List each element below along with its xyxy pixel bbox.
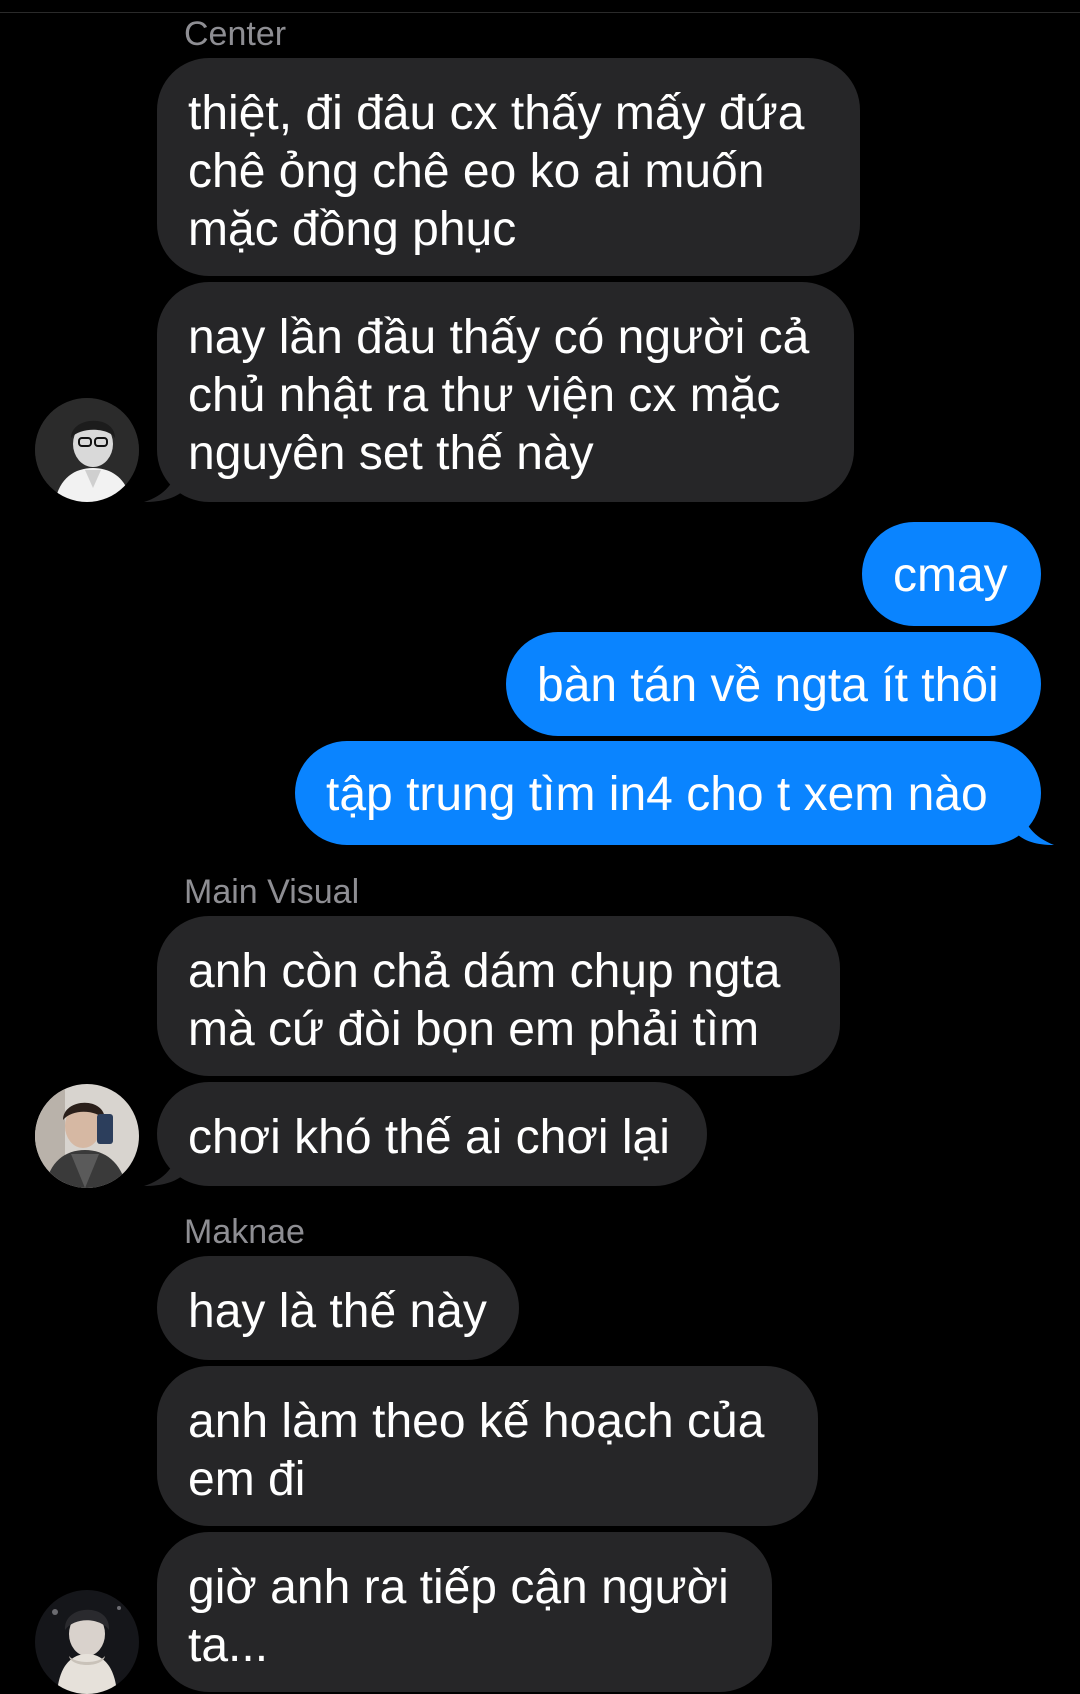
message-bubble-incoming[interactable]: thiệt, đi đâu cx thấy mấy đứa chê ỏng ch…	[157, 58, 860, 276]
message-text-line: mà cứ đòi bọn em phải tìm	[188, 1003, 760, 1056]
sender-name-center: Center	[184, 15, 287, 53]
avatar-maknae[interactable]	[35, 1590, 139, 1694]
message-text-line: mặc đồng phục	[188, 203, 517, 256]
avatar-icon	[35, 398, 139, 502]
message-text-line: chê ỏng chê eo ko ai muốn	[188, 145, 765, 198]
message-text-line: hay là thế này	[188, 1285, 487, 1338]
message-text-line: nay lần đầu thấy có người cả	[188, 311, 810, 364]
message-text-line: anh làm theo kế hoạch của	[188, 1395, 765, 1448]
bubble-tail	[144, 462, 184, 502]
message-bubble-incoming[interactable]: hay là thế này	[157, 1256, 519, 1360]
message-text-line: cmay	[893, 549, 1008, 602]
message-bubble-incoming[interactable]: anh làm theo kế hoạch của em đi	[157, 1366, 818, 1526]
message-text-line: bàn tán về ngta ít thôi	[537, 659, 999, 712]
avatar-icon	[35, 1084, 139, 1188]
message-bubble-outgoing[interactable]: tập trung tìm in4 cho t xem nào	[295, 741, 1041, 845]
message-bubble-incoming[interactable]: giờ anh ra tiếp cận người ta...	[157, 1532, 772, 1692]
avatar-main-visual[interactable]	[35, 1084, 139, 1188]
message-bubble-outgoing[interactable]: cmay	[862, 522, 1041, 626]
message-bubble-outgoing[interactable]: bàn tán về ngta ít thôi	[506, 632, 1041, 736]
message-bubble-incoming[interactable]: nay lần đầu thấy có người cả chủ nhật ra…	[157, 282, 854, 502]
sender-name-main-visual: Main Visual	[184, 873, 360, 911]
bubble-tail	[1016, 805, 1054, 845]
message-text-line: thiệt, đi đâu cx thấy mấy đứa	[188, 87, 805, 140]
message-bubble-incoming[interactable]: chơi khó thế ai chơi lại	[157, 1082, 707, 1186]
status-divider	[0, 0, 1080, 13]
message-text-line: nguyên set thế này	[188, 427, 594, 480]
message-text-line: giờ anh ra tiếp cận người	[188, 1561, 729, 1614]
message-text-line: ta...	[188, 1619, 269, 1672]
message-text-line: chủ nhật ra thư viện cx mặc	[188, 369, 781, 422]
avatar-center[interactable]	[35, 398, 139, 502]
message-bubble-incoming[interactable]: anh còn chả dám chụp ngta mà cứ đòi bọn …	[157, 916, 840, 1076]
sender-name-maknae: Maknae	[184, 1213, 305, 1251]
message-text-line: chơi khó thế ai chơi lại	[188, 1111, 670, 1164]
message-text-line: em đi	[188, 1453, 306, 1506]
message-text-line: anh còn chả dám chụp ngta	[188, 945, 781, 998]
avatar-icon	[35, 1590, 139, 1694]
bubble-tail	[144, 1146, 184, 1186]
message-text-line: tập trung tìm in4 cho t xem nào	[326, 768, 988, 821]
